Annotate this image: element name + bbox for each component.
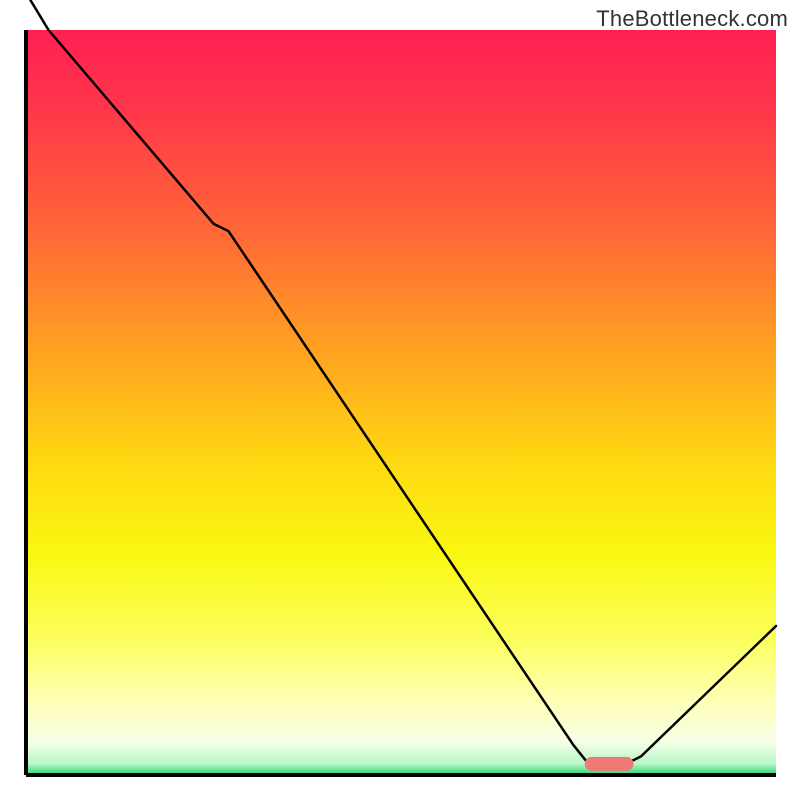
plot-background	[26, 30, 776, 775]
line-chart	[0, 0, 800, 800]
watermark-text: TheBottleneck.com	[596, 6, 788, 32]
chart-container: TheBottleneck.com	[0, 0, 800, 800]
optimal-marker	[585, 757, 634, 771]
